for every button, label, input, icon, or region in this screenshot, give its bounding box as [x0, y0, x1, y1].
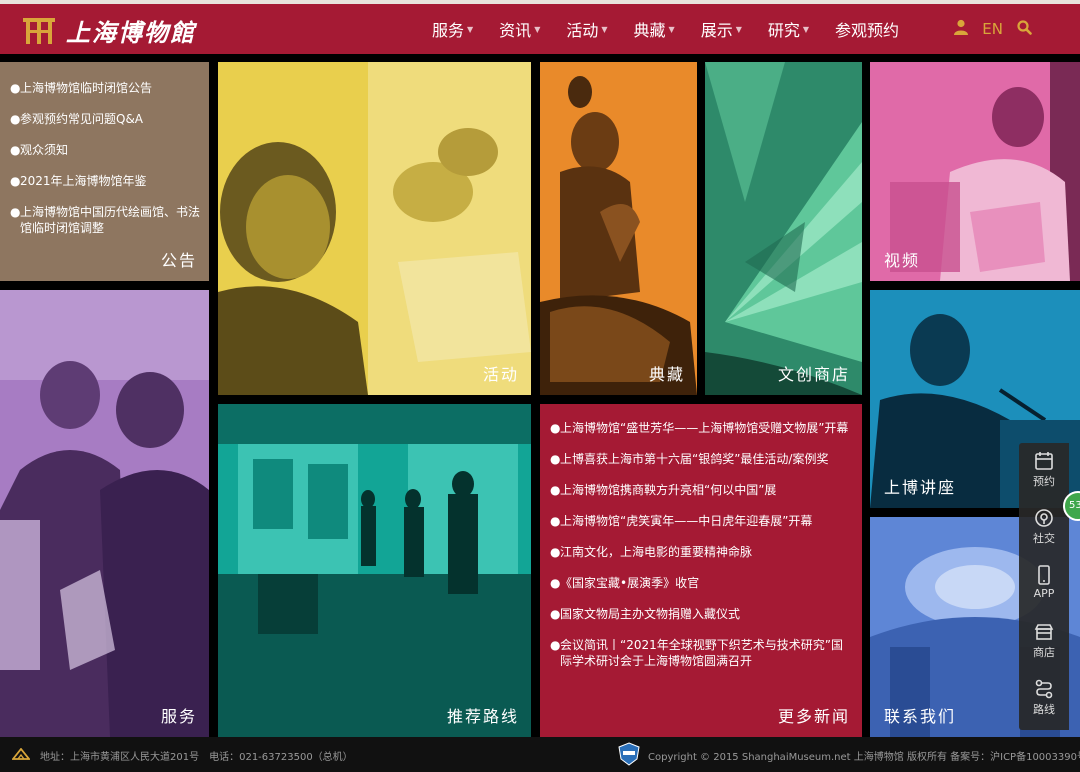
main-nav: 服务 ▼ 资讯 ▼ 活动 ▼ 典藏 ▼ 展示 ▼ 研究 ▼ 参观预约 [432, 4, 925, 54]
nav-item-activity[interactable]: 活动 ▼ [566, 17, 607, 41]
video-tile[interactable]: 视频 [870, 62, 1080, 281]
language-switch[interactable]: EN [982, 20, 1003, 38]
video-label: 视频 [884, 251, 921, 270]
top-header: 上海博物館 服务 ▼ 资讯 ▼ 活动 ▼ 典藏 ▼ 展示 ▼ 研究 ▼ 参观预约 EN [0, 0, 1080, 54]
notice-item[interactable]: ● 2021年上海博物馆年鉴 [10, 173, 201, 189]
nav-item-collection[interactable]: 典藏 ▼ [634, 17, 675, 41]
toolbar-shop[interactable]: 商店 [1019, 622, 1069, 679]
nav-label: 展示 [700, 21, 733, 40]
notice-item[interactable]: ● 上海博物馆临时闭馆公告 [10, 80, 201, 96]
service-tile[interactable]: 服务 [0, 290, 209, 737]
nav-label: 典藏 [633, 21, 666, 40]
nav-item-service[interactable]: 服务 ▼ [432, 17, 473, 41]
footer-address: 地址：上海市黄浦区人民大道201号 [40, 752, 200, 763]
news-item[interactable]: ● 《国家宝藏•展演季》收官 [550, 575, 850, 591]
user-icon[interactable] [954, 19, 969, 39]
page: 上海博物館 服务 ▼ 资讯 ▼ 活动 ▼ 典藏 ▼ 展示 ▼ 研究 ▼ 参观预约 EN ● 上… [0, 0, 1080, 772]
notice-item[interactable]: ● 上海博物馆中国历代绘画馆、书法馆临时闭馆调整 [10, 204, 201, 236]
floating-toolbar: 预约 社交 APP 商店 路线 [1019, 443, 1069, 730]
contact-label: 联系我们 [884, 707, 957, 726]
caret-down-icon: ▼ [467, 24, 474, 34]
footer-copyright-block: Copyright © 2015 ShanghaiMuseum.net 上海博物… [618, 742, 1080, 769]
police-badge-icon[interactable] [618, 742, 640, 769]
nav-label: 研究 [767, 21, 800, 40]
mountain-logo-icon [11, 747, 31, 763]
toolbar-reservation[interactable]: 预约 [1019, 451, 1069, 508]
nav-item-news[interactable]: 资讯 ▼ [499, 17, 540, 41]
shop-tile[interactable]: 文创商店 [705, 62, 862, 395]
activity-label: 活动 [482, 365, 519, 384]
route-tile[interactable]: 推荐路线 [218, 404, 531, 737]
nav-item-reservation[interactable]: 参观预约 [835, 17, 899, 41]
activity-tile[interactable]: 活动 [218, 62, 531, 395]
nav-label: 活动 [566, 21, 599, 40]
search-icon[interactable] [1017, 19, 1032, 39]
notice-list: ● 上海博物馆临时闭馆公告 ● 参观预约常见问题Q&A ● 观众须知 ● 2021年上海… [10, 80, 201, 236]
logo-text: 上海博物館 [66, 18, 196, 47]
calendar-icon [1035, 452, 1053, 470]
footer-phone: 电话：021-63723500（总机） [209, 752, 353, 763]
service-photo [0, 290, 209, 737]
nav-item-exhibition[interactable]: 展示 ▼ [701, 17, 742, 41]
footer-copyright: Copyright © 2015 ShanghaiMuseum.net 上海博物… [648, 752, 1080, 763]
nav-label: 资讯 [499, 21, 532, 40]
footer: 地址：上海市黄浦区人民大道201号 电话：021-63723500（总机） Co… [0, 737, 1080, 772]
collection-tile[interactable]: 典藏 [540, 62, 697, 395]
notice-item[interactable]: ● 参观预约常见问题Q&A [10, 111, 201, 127]
activity-photo [218, 62, 531, 395]
notice-item[interactable]: ● 观众须知 [10, 142, 201, 158]
more-news-link[interactable]: 更多新闻 [778, 703, 850, 727]
shop-photo [705, 62, 862, 395]
service-label: 服务 [160, 707, 197, 726]
nav-label: 服务 [432, 21, 465, 40]
caret-down-icon: ▼ [735, 24, 742, 34]
news-list: ● 上海博物馆“盛世芳华——上海博物馆受赠文物展”开幕 ● 上博喜获上海市第十六届“… [550, 420, 850, 669]
header-tools: EN [954, 4, 1032, 54]
news-item[interactable]: ● 上海博物馆“虎笑寅年——中日虎年迎春展”开幕 [550, 513, 850, 529]
toolbar-social[interactable]: 社交 [1019, 508, 1069, 565]
collection-label: 典藏 [648, 365, 685, 384]
news-item[interactable]: ● 国家文物局主办文物捐赠入藏仪式 [550, 606, 850, 622]
news-item[interactable]: ● 上海博物馆携商鞅方升亮相“何以中国”展 [550, 482, 850, 498]
caret-down-icon: ▼ [601, 24, 608, 34]
social-icon [1035, 509, 1053, 527]
shop-icon [1034, 624, 1054, 640]
news-tile: ● 上海博物馆“盛世芳华——上海博物馆受赠文物展”开幕 ● 上博喜获上海市第十六届“… [540, 404, 862, 737]
phone-icon [1038, 565, 1050, 585]
news-item[interactable]: ● 上海博物馆“盛世芳华——上海博物馆受赠文物展”开幕 [550, 420, 850, 436]
nav-item-research[interactable]: 研究 ▼ [768, 17, 809, 41]
site-logo[interactable]: 上海博物館 [22, 13, 196, 48]
museum-logo-icon [22, 16, 56, 46]
notice-label[interactable]: 公告 [161, 247, 197, 271]
news-item[interactable]: ● 会议简讯丨“2021年全球视野下织艺术与技术研究”国际学术研讨会于上海博物馆圆… [550, 637, 850, 669]
caret-down-icon: ▼ [534, 24, 541, 34]
caret-down-icon: ▼ [802, 24, 810, 34]
news-item[interactable]: ● 上博喜获上海市第十六届“银鸽奖”最佳活动/案例奖 [550, 451, 850, 467]
footer-contact: 地址：上海市黄浦区人民大道201号 电话：021-63723500（总机） [11, 747, 353, 763]
collection-photo [540, 62, 697, 395]
news-item[interactable]: ● 江南文化，上海电影的重要精神命脉 [550, 544, 850, 560]
nav-label: 参观预约 [835, 21, 900, 40]
shop-label: 文创商店 [777, 365, 850, 384]
route-icon [1035, 679, 1053, 699]
toolbar-app[interactable]: APP [1019, 565, 1069, 622]
toolbar-route[interactable]: 路线 [1019, 679, 1069, 736]
notice-tile: ● 上海博物馆临时闭馆公告 ● 参观预约常见问题Q&A ● 观众须知 ● 2021年上海… [0, 62, 209, 281]
lecture-label: 上博讲座 [884, 478, 957, 497]
caret-down-icon: ▼ [668, 24, 675, 34]
route-photo [218, 404, 531, 737]
route-label: 推荐路线 [446, 707, 519, 726]
